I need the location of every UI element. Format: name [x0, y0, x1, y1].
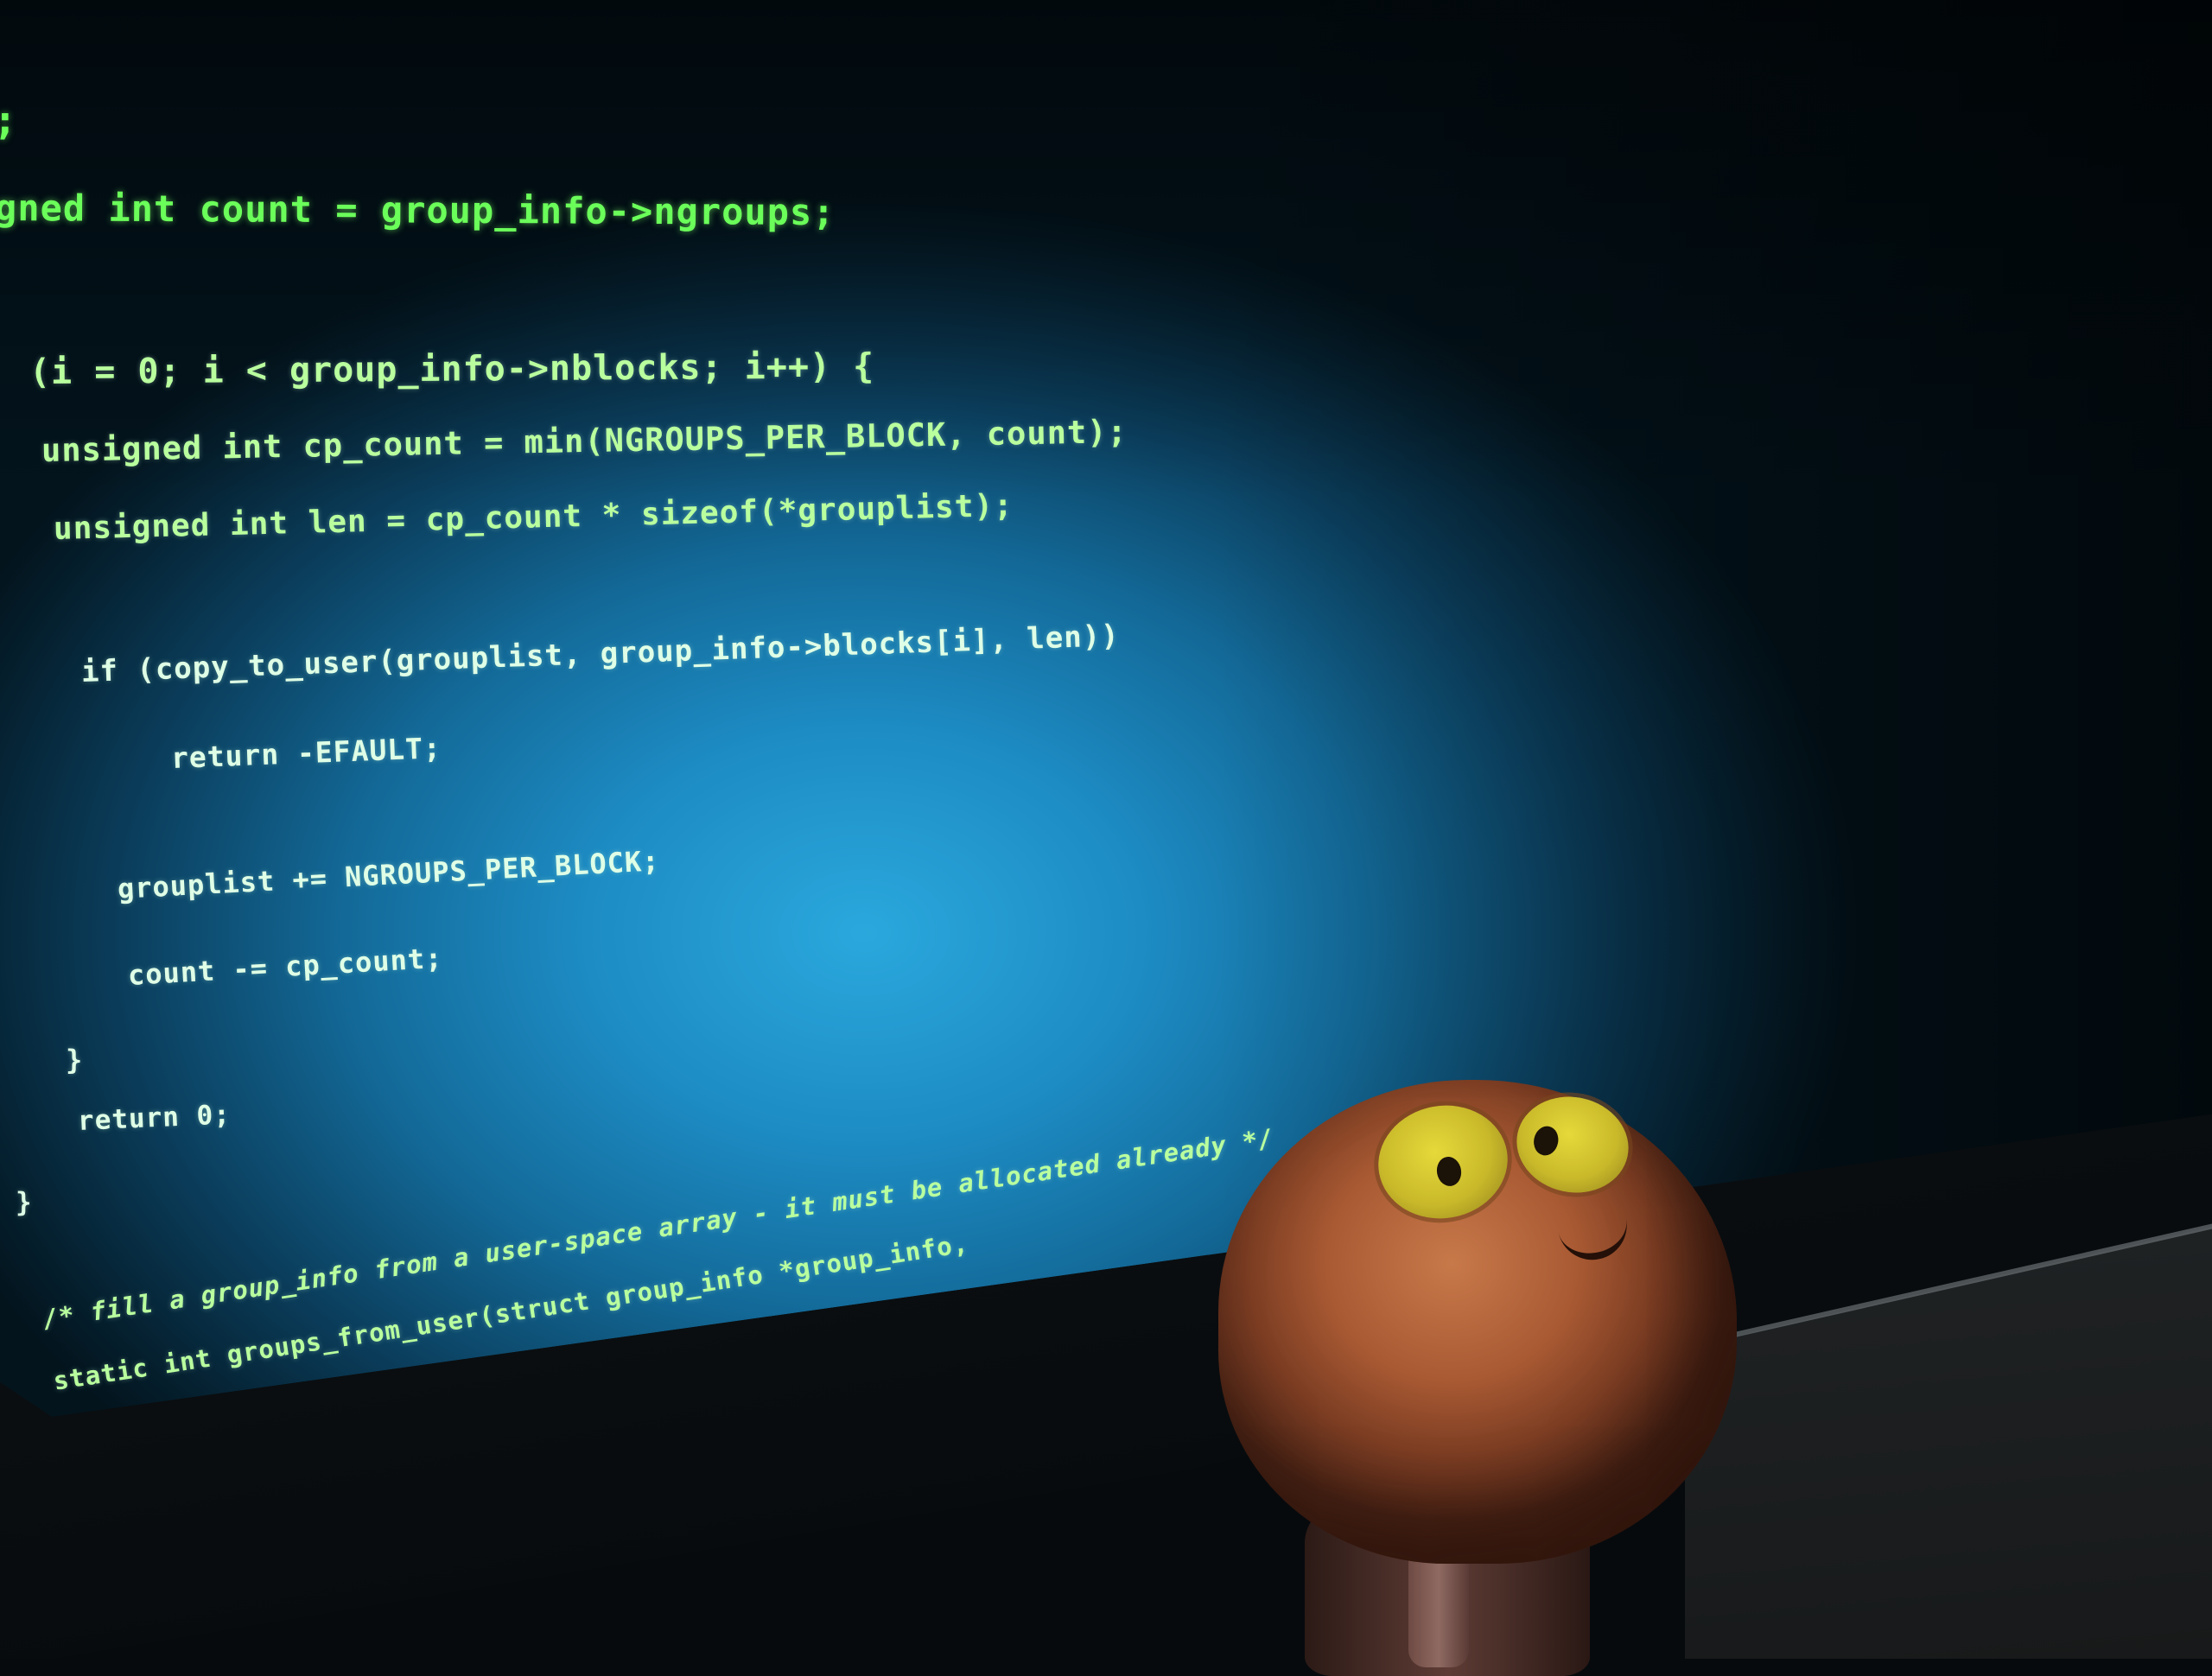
- plush-pupil: [1434, 1154, 1464, 1189]
- code-line: grouplist += NGROUPS_PER_BLOCK;: [117, 844, 661, 905]
- plush-eye-left: [1369, 1095, 1517, 1229]
- code-line: return 0;: [77, 1099, 232, 1137]
- code-line: }: [66, 1044, 84, 1076]
- plush-smile: [1554, 1203, 1634, 1267]
- code-line: if (copy_to_user(grouplist, group_info->…: [80, 619, 1121, 689]
- code-line: return -EFAULT;: [170, 730, 442, 775]
- code-line: gned int count = group_info->ngroups;: [0, 187, 836, 234]
- plush-toy: [1210, 1080, 1745, 1676]
- code-line: ;: [0, 97, 18, 143]
- code-line: }: [16, 1187, 33, 1218]
- plush-eye-right: [1507, 1086, 1638, 1203]
- code-view: ; gned int count = group_info->ngroups; …: [0, 0, 2212, 1659]
- code-line: (i = 0; i < group_info->nblocks; i++) {: [29, 346, 875, 392]
- code-line: unsigned int len = cp_count * sizeof(*gr…: [53, 487, 1014, 547]
- plush-pupil: [1531, 1123, 1561, 1159]
- code-line: unsigned int cp_count = min(NGROUPS_PER_…: [41, 413, 1128, 469]
- plush-head: [1218, 1080, 1737, 1564]
- code-line: count -= cp_count;: [126, 941, 444, 992]
